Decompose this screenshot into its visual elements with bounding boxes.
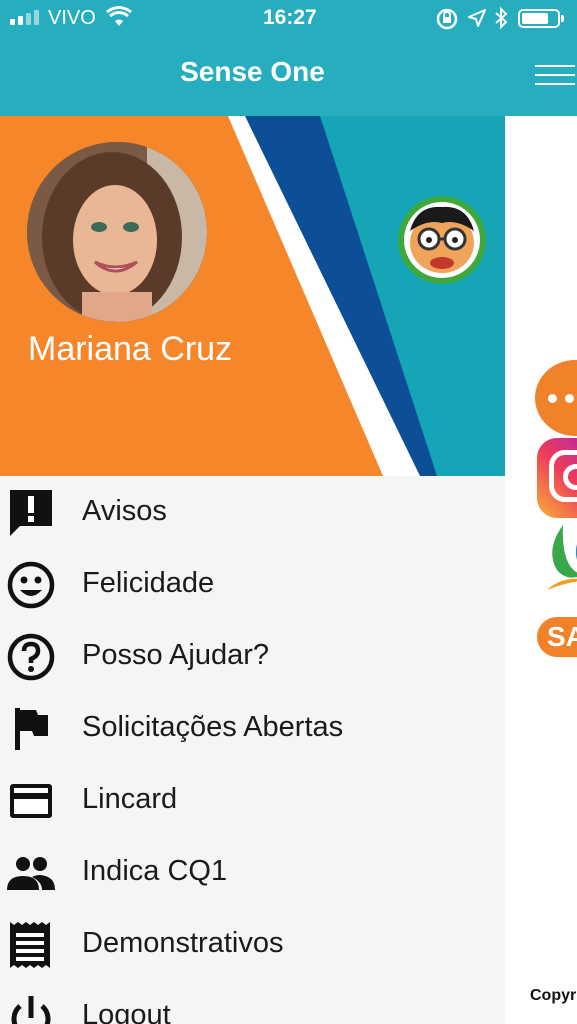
status-time: 16:27 [263, 6, 317, 29]
menu-item-label: Solicitações Abertas [82, 711, 344, 743]
user-name: Mariana Cruz [28, 330, 233, 368]
menu-item-label: Posso Ajudar? [82, 639, 270, 671]
leaf-logo-icon[interactable] [543, 520, 577, 600]
menu-item-label: Lincard [82, 783, 178, 815]
menu-item-label: Demonstrativos [82, 927, 284, 959]
wifi-icon [106, 6, 132, 33]
mascot-avatar-icon[interactable] [397, 195, 487, 285]
navigation-drawer: Sense One Mariana Cruz Avisos Felicidade… [0, 0, 505, 1024]
menu-item-lincard[interactable]: Lincard [0, 764, 505, 836]
carrier-name: VIVO [48, 7, 96, 29]
rotation-lock-icon [436, 8, 458, 35]
copyright-text: Copyr [530, 987, 577, 1004]
menu-item-demonstrativos[interactable]: Demonstrativos [0, 908, 505, 980]
menu-item-solicitacoes-abertas[interactable]: Solicitações Abertas [0, 692, 505, 764]
status-bar: VIVO 16:27 [0, 0, 577, 38]
battery-icon [518, 9, 564, 28]
menu-item-label: Indica CQ1 [82, 855, 228, 887]
power-icon [6, 992, 56, 1024]
drawer-header: Sense One [0, 38, 505, 116]
menu-item-felicidade[interactable]: Felicidade [0, 548, 505, 620]
smiley-icon [6, 560, 56, 610]
signal-icon [10, 10, 39, 25]
menu-item-label: Logout [82, 999, 171, 1024]
help-icon [6, 632, 56, 682]
sa-badge[interactable]: SA [537, 617, 577, 657]
menu-item-posso-ajudar[interactable]: Posso Ajudar? [0, 620, 505, 692]
menu-item-label: Avisos [82, 495, 167, 527]
location-icon [467, 8, 487, 33]
credit-card-icon [6, 776, 56, 826]
user-avatar[interactable] [27, 142, 207, 322]
main-screen: SA Copyr [505, 0, 577, 1024]
menu-item-avisos[interactable]: Avisos [0, 476, 505, 548]
menu-item-label: Felicidade [82, 567, 215, 599]
receipt-icon [6, 920, 56, 970]
profile-header: Mariana Cruz [0, 116, 505, 476]
drawer-menu: Avisos Felicidade Posso Ajudar? Solicita… [0, 476, 505, 1024]
hamburger-menu-icon[interactable] [535, 65, 575, 87]
chat-bubble-icon[interactable] [535, 360, 577, 436]
instagram-icon[interactable] [537, 438, 577, 518]
flag-icon [6, 704, 56, 754]
people-icon [6, 848, 56, 898]
menu-item-indica-cq1[interactable]: Indica CQ1 [0, 836, 505, 908]
app-title: Sense One [180, 56, 325, 87]
menu-item-logout[interactable]: Logout [0, 980, 505, 1024]
bluetooth-icon [494, 6, 508, 35]
announcement-icon [6, 488, 56, 538]
